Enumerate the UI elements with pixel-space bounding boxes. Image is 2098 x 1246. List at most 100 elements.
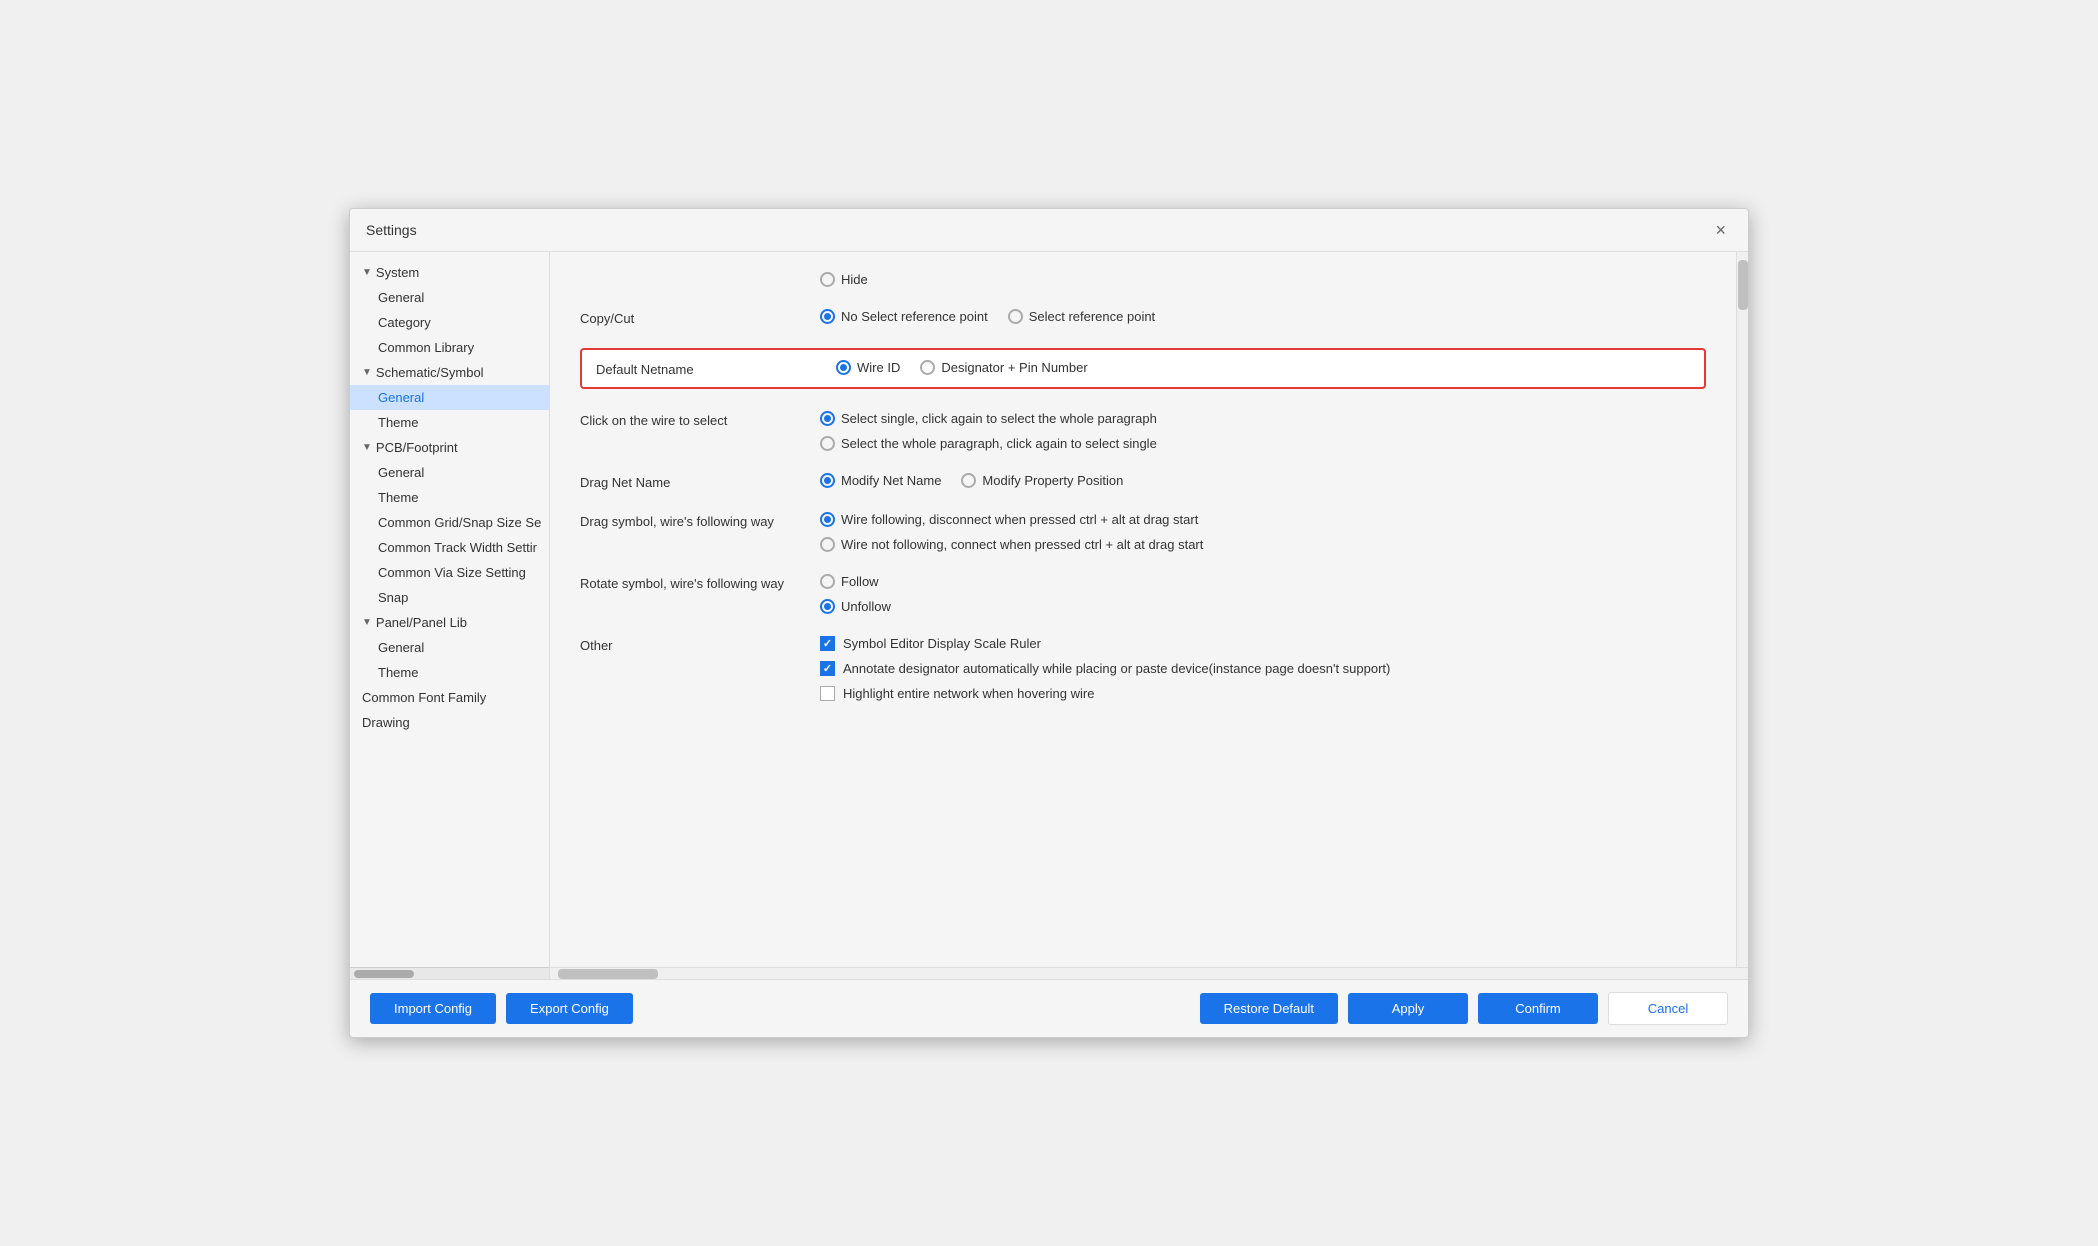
settings-row-click-wire: Click on the wire to select Select singl… xyxy=(580,411,1706,451)
settings-label-other: Other xyxy=(580,636,800,653)
settings-label-netname: Default Netname xyxy=(596,360,816,377)
import-config-button[interactable]: Import Config xyxy=(370,993,496,1024)
sidebar-item-label: Snap xyxy=(378,590,408,605)
sidebar-item-label: Theme xyxy=(378,490,418,505)
checkbox-box xyxy=(820,661,835,676)
sidebar-item-label: System xyxy=(376,265,419,280)
settings-label-drag-symbol: Drag symbol, wire's following way xyxy=(580,512,800,529)
dialog-title: Settings xyxy=(366,222,417,238)
sidebar-item-general-sys[interactable]: General xyxy=(350,285,549,310)
sidebar-item-theme-panel[interactable]: Theme xyxy=(350,660,549,685)
radio-label: Wire ID xyxy=(857,360,900,375)
sidebar: ▼ System General Category Common Library… xyxy=(350,252,550,979)
sidebar-item-label: Panel/Panel Lib xyxy=(376,615,467,630)
sidebar-item-label: General xyxy=(378,290,424,305)
radio-label: Follow xyxy=(841,574,879,589)
radio-circle xyxy=(820,574,835,589)
radio-label: Wire not following, connect when pressed… xyxy=(841,537,1203,552)
settings-options-other: Symbol Editor Display Scale Ruler Annota… xyxy=(820,636,1706,701)
highlighted-netname-row: Default Netname Wire ID Desig xyxy=(580,348,1706,389)
settings-label-drag-net: Drag Net Name xyxy=(580,473,800,490)
checkbox-highlight[interactable]: Highlight entire network when hovering w… xyxy=(820,686,1706,701)
content-area: ▼ System General Category Common Library… xyxy=(350,252,1748,979)
sidebar-item-snap[interactable]: Snap xyxy=(350,585,549,610)
sidebar-item-theme-pcb[interactable]: Theme xyxy=(350,485,549,510)
main-inner: Hide Copy/Cut No Select ref xyxy=(550,252,1748,967)
sidebar-item-schematic[interactable]: ▼ Schematic/Symbol xyxy=(350,360,549,385)
main-scroll: Hide Copy/Cut No Select ref xyxy=(550,252,1736,967)
checkbox-label: Symbol Editor Display Scale Ruler xyxy=(843,636,1041,651)
sidebar-item-label: General xyxy=(378,640,424,655)
export-config-button[interactable]: Export Config xyxy=(506,993,633,1024)
radio-circle xyxy=(820,537,835,552)
radio-label: Modify Net Name xyxy=(841,473,941,488)
radio-select-single[interactable]: Select single, click again to select the… xyxy=(820,411,1706,426)
checkbox-label: Annotate designator automatically while … xyxy=(843,661,1390,676)
checkbox-box xyxy=(820,636,835,651)
radio-select-ref[interactable]: Select reference point xyxy=(1008,309,1155,324)
sidebar-item-general-panel[interactable]: General xyxy=(350,635,549,660)
settings-options-drag-symbol: Wire following, disconnect when pressed … xyxy=(820,512,1706,552)
radio-wire-following[interactable]: Wire following, disconnect when pressed … xyxy=(820,512,1706,527)
cancel-button[interactable]: Cancel xyxy=(1608,992,1728,1025)
sidebar-item-label: Common Via Size Setting xyxy=(378,565,526,580)
sidebar-item-common-grid[interactable]: Common Grid/Snap Size Se xyxy=(350,510,549,535)
radio-designator-pin[interactable]: Designator + Pin Number xyxy=(920,360,1087,375)
apply-button[interactable]: Apply xyxy=(1348,993,1468,1024)
radio-select-whole[interactable]: Select the whole paragraph, click again … xyxy=(820,436,1706,451)
radio-follow[interactable]: Follow xyxy=(820,574,1706,589)
radio-circle xyxy=(1008,309,1023,324)
sidebar-list: ▼ System General Category Common Library… xyxy=(350,252,549,979)
sidebar-item-drawing[interactable]: Drawing xyxy=(350,710,549,735)
radio-circle xyxy=(820,272,835,287)
sidebar-item-common-font[interactable]: Common Font Family xyxy=(350,685,549,710)
vertical-scrollbar[interactable] xyxy=(1736,252,1748,967)
sidebar-item-general-pcb[interactable]: General xyxy=(350,460,549,485)
main-content-wrapper: Hide Copy/Cut No Select ref xyxy=(550,252,1748,979)
close-button[interactable]: × xyxy=(1709,219,1732,241)
hscroll-thumb xyxy=(354,970,414,978)
sidebar-item-label: Common Library xyxy=(378,340,474,355)
radio-wire-id[interactable]: Wire ID xyxy=(836,360,900,375)
sidebar-item-pcb[interactable]: ▼ PCB/Footprint xyxy=(350,435,549,460)
sidebar-item-label: PCB/Footprint xyxy=(376,440,458,455)
settings-options-netname: Wire ID Designator + Pin Number xyxy=(836,360,1690,375)
radio-wire-not-following[interactable]: Wire not following, connect when pressed… xyxy=(820,537,1706,552)
sidebar-item-panel[interactable]: ▼ Panel/Panel Lib xyxy=(350,610,549,635)
radio-circle xyxy=(920,360,935,375)
checkbox-symbol-editor[interactable]: Symbol Editor Display Scale Ruler xyxy=(820,636,1706,651)
settings-options-click-wire: Select single, click again to select the… xyxy=(820,411,1706,451)
radio-label: No Select reference point xyxy=(841,309,988,324)
chevron-icon: ▼ xyxy=(362,367,372,378)
radio-label: Designator + Pin Number xyxy=(941,360,1087,375)
checkbox-box xyxy=(820,686,835,701)
sidebar-item-system[interactable]: ▼ System xyxy=(350,260,549,285)
settings-label-click-wire: Click on the wire to select xyxy=(580,411,800,428)
confirm-button[interactable]: Confirm xyxy=(1478,993,1598,1024)
settings-row-drag-net: Drag Net Name Modify Net Name Modify Pro… xyxy=(580,473,1706,490)
sidebar-hscroll[interactable] xyxy=(350,967,549,979)
radio-unfollow[interactable]: Unfollow xyxy=(820,599,1706,614)
sidebar-item-common-library[interactable]: Common Library xyxy=(350,335,549,360)
radio-hide[interactable]: Hide xyxy=(820,272,868,287)
horizontal-scrollbar[interactable] xyxy=(550,967,1748,979)
checkbox-label: Highlight entire network when hovering w… xyxy=(843,686,1094,701)
radio-label: Select the whole paragraph, click again … xyxy=(841,436,1157,451)
sidebar-item-label: Common Font Family xyxy=(362,690,486,705)
restore-default-button[interactable]: Restore Default xyxy=(1200,993,1338,1024)
radio-row-copycut: No Select reference point Select referen… xyxy=(820,309,1706,324)
radio-modify-net[interactable]: Modify Net Name xyxy=(820,473,941,488)
sidebar-item-category[interactable]: Category xyxy=(350,310,549,335)
sidebar-item-label: Common Track Width Settir xyxy=(378,540,537,555)
sidebar-item-general-sch[interactable]: General xyxy=(350,385,549,410)
checkbox-annotate[interactable]: Annotate designator automatically while … xyxy=(820,661,1706,676)
sidebar-item-label: Theme xyxy=(378,665,418,680)
sidebar-item-common-via[interactable]: Common Via Size Setting xyxy=(350,560,549,585)
radio-row-netname: Wire ID Designator + Pin Number xyxy=(836,360,1690,375)
radio-circle xyxy=(820,473,835,488)
radio-modify-prop[interactable]: Modify Property Position xyxy=(961,473,1123,488)
radio-no-select-ref[interactable]: No Select reference point xyxy=(820,309,988,324)
sidebar-item-label: Theme xyxy=(378,415,418,430)
sidebar-item-common-track[interactable]: Common Track Width Settir xyxy=(350,535,549,560)
sidebar-item-theme-sch[interactable]: Theme xyxy=(350,410,549,435)
